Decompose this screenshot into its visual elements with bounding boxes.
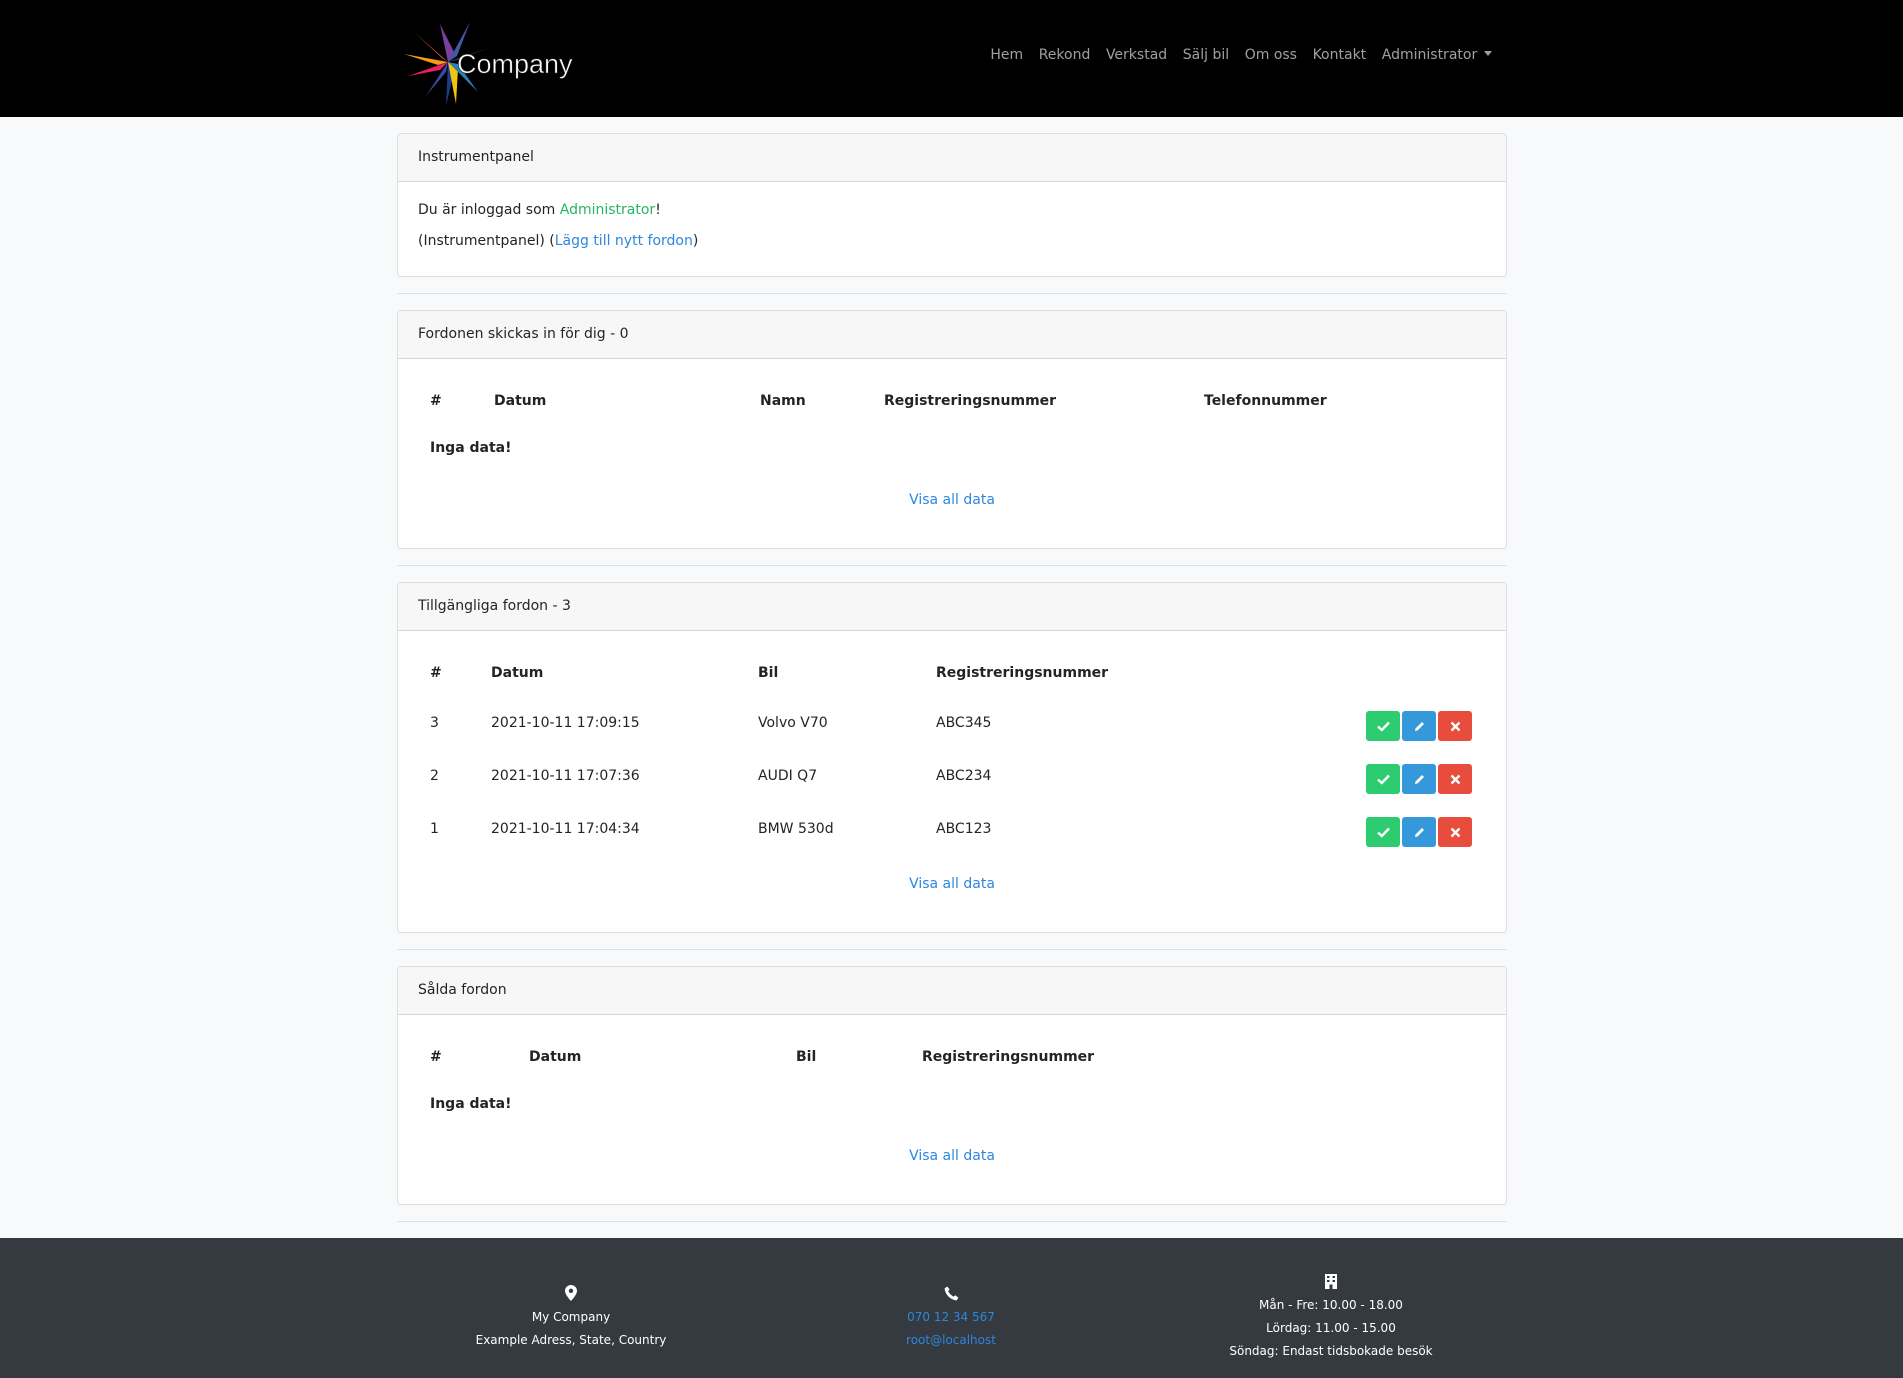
row-id: 2 (430, 768, 439, 784)
map-marker-icon (565, 1285, 577, 1301)
logged-in-text: Du är inloggad som Administrator! (418, 202, 661, 218)
logged-in-role: Administrator (559, 202, 656, 218)
sold-card-title: Sålda fordon (398, 967, 1506, 1015)
row-reg: ABC123 (936, 821, 992, 837)
nav-admin-dropdown[interactable]: Administrator (1374, 47, 1500, 63)
submitted-table: # Datum Namn Registreringsnummer Telefon… (398, 359, 1506, 548)
view-all-link[interactable]: Visa all data (398, 1148, 1506, 1164)
close-icon (1450, 774, 1460, 784)
view-all-link[interactable]: Visa all data (398, 492, 1506, 508)
nav-item-kontakt[interactable]: Kontakt (1305, 47, 1374, 63)
dashboard-card: Instrumentpanel Du är inloggad som Admin… (397, 133, 1507, 277)
row-reg: ABC234 (936, 768, 992, 784)
pencil-icon (1414, 774, 1424, 784)
row-id: 1 (430, 821, 439, 837)
available-card-title: Tillgängliga fordon - 3 (398, 583, 1506, 631)
no-data-text: Inga data! (430, 440, 512, 456)
navbar: Company Hem Rekond Verkstad Sälj bil Om … (0, 0, 1903, 117)
phone-icon (944, 1286, 958, 1300)
submitted-vehicles-card: Fordonen skickas in för dig - 0 # Datum … (397, 310, 1507, 549)
footer-email-link[interactable]: root@localhost (801, 1329, 1101, 1352)
row-car: AUDI Q7 (758, 768, 818, 784)
column-header-id: # (430, 393, 442, 409)
column-header-car: Bil (758, 665, 779, 681)
footer-hours-weekday: Mån - Fre: 10.00 - 18.00 (1259, 1298, 1403, 1312)
footer-address-text: Example Adress, State, Country (475, 1333, 667, 1347)
edit-button[interactable] (1402, 817, 1436, 847)
row-reg: ABC345 (936, 715, 992, 731)
close-icon (1450, 827, 1460, 837)
approve-button[interactable] (1366, 764, 1400, 794)
dashboard-card-title: Instrumentpanel (398, 134, 1506, 182)
company-logo[interactable]: Company (398, 10, 573, 108)
main-nav: Hem Rekond Verkstad Sälj bil Om oss Kont… (983, 47, 1500, 63)
row-car: BMW 530d (758, 821, 834, 837)
check-icon (1376, 721, 1390, 732)
no-data-text: Inga data! (430, 1096, 512, 1112)
row-date: 2021-10-11 17:04:34 (491, 821, 640, 837)
row-date: 2021-10-11 17:09:15 (491, 715, 640, 731)
dashboard-link-close: ) (692, 233, 699, 249)
footer-hours: Mån - Fre: 10.00 - 18.00 Lördag: 11.00 -… (1181, 1270, 1481, 1363)
column-header-date: Datum (529, 1049, 582, 1065)
footer-contact: 070 12 34 567 root@localhost (801, 1282, 1101, 1352)
column-header-id: # (430, 665, 442, 681)
row-id: 3 (430, 715, 439, 731)
row-date: 2021-10-11 17:07:36 (491, 768, 640, 784)
available-table: # Datum Bil Registreringsnummer 3 2021-1… (398, 631, 1506, 932)
dashboard-current-link: (Instrumentpanel) ( (418, 233, 555, 249)
column-header-phone: Telefonnummer (1204, 393, 1327, 409)
building-icon (1325, 1273, 1337, 1289)
nav-item-salj-bil[interactable]: Sälj bil (1175, 47, 1237, 63)
column-header-id: # (430, 1049, 442, 1065)
edit-button[interactable] (1402, 764, 1436, 794)
delete-button[interactable] (1438, 711, 1472, 741)
column-header-name: Namn (760, 393, 806, 409)
approve-button[interactable] (1366, 817, 1400, 847)
footer-phone-link[interactable]: 070 12 34 567 (801, 1306, 1101, 1329)
edit-button[interactable] (1402, 711, 1436, 741)
logged-in-prefix: Du är inloggad som (418, 202, 560, 218)
column-header-date: Datum (494, 393, 547, 409)
check-icon (1376, 774, 1390, 785)
view-all-link[interactable]: Visa all data (398, 876, 1506, 892)
footer-address: My Company Example Adress, State, Countr… (421, 1282, 721, 1352)
available-vehicles-card: Tillgängliga fordon - 3 # Datum Bil Regi… (397, 582, 1507, 933)
close-icon (1450, 721, 1460, 731)
divider (397, 565, 1507, 566)
delete-button[interactable] (1438, 817, 1472, 847)
pencil-icon (1414, 721, 1424, 731)
nav-item-om-oss[interactable]: Om oss (1237, 47, 1305, 63)
column-header-reg: Registreringsnummer (922, 1049, 1095, 1065)
logged-in-suffix: ! (655, 202, 661, 218)
nav-item-hem[interactable]: Hem (983, 47, 1031, 63)
divider (397, 293, 1507, 294)
footer-hours-saturday: Lördag: 11.00 - 15.00 (1266, 1321, 1396, 1335)
column-header-car: Bil (796, 1049, 817, 1065)
submitted-card-title: Fordonen skickas in för dig - 0 (398, 311, 1506, 359)
divider (397, 949, 1507, 950)
column-header-date: Datum (491, 665, 544, 681)
footer-hours-sunday: Söndag: Endast tidsbokade besök (1229, 1344, 1433, 1358)
approve-button[interactable] (1366, 711, 1400, 741)
dashboard-links: (Instrumentpanel) (Lägg till nytt fordon… (418, 233, 698, 249)
pencil-icon (1414, 827, 1424, 837)
logo-text: Company (457, 49, 573, 80)
nav-item-rekond[interactable]: Rekond (1031, 47, 1098, 63)
sold-vehicles-card: Sålda fordon # Datum Bil Registreringsnu… (397, 966, 1507, 1205)
delete-button[interactable] (1438, 764, 1472, 794)
check-icon (1376, 827, 1390, 838)
column-header-reg: Registreringsnummer (936, 665, 1109, 681)
footer-company-name: My Company (531, 1310, 611, 1324)
add-vehicle-link[interactable]: Lägg till nytt fordon (555, 233, 693, 249)
column-header-reg: Registreringsnummer (884, 393, 1057, 409)
nav-item-verkstad[interactable]: Verkstad (1098, 47, 1175, 63)
sold-table: # Datum Bil Registreringsnummer Inga dat… (398, 1015, 1506, 1204)
footer: My Company Example Adress, State, Countr… (0, 1238, 1903, 1378)
row-car: Volvo V70 (758, 715, 828, 731)
divider (397, 1221, 1507, 1222)
